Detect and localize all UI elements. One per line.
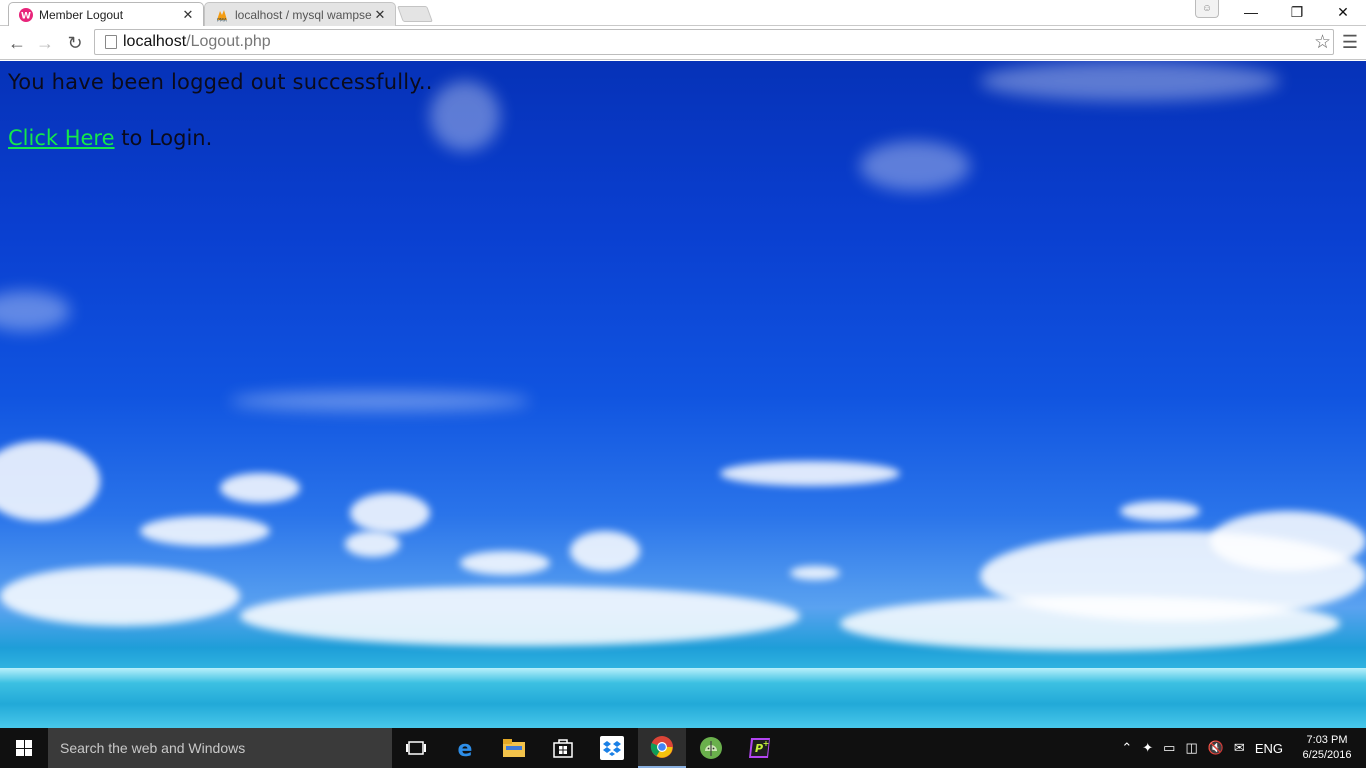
- system-tray: ⌃ ✦ ▭ ◫ 🔇 ✉ ENG 7:03 PM 6/25/2016: [1116, 728, 1366, 768]
- cloud: [140, 516, 270, 546]
- file-explorer-icon[interactable]: [490, 728, 538, 768]
- store-icon[interactable]: [539, 728, 587, 768]
- tab-member-logout[interactable]: W Member Logout ✕: [8, 2, 204, 26]
- new-tab-button[interactable]: [397, 6, 433, 22]
- svg-text:W: W: [21, 11, 31, 21]
- clock-time: 7:03 PM: [1306, 734, 1348, 746]
- page-icon: [105, 35, 117, 49]
- svg-text:e: e: [458, 737, 473, 759]
- browser-tab-strip: W Member Logout ✕ PMA localhost / mysql …: [0, 0, 1366, 26]
- battery-icon[interactable]: ▭: [1163, 740, 1175, 756]
- cloud: [840, 596, 1340, 651]
- language-indicator[interactable]: ENG: [1255, 741, 1283, 756]
- chevron-up-icon[interactable]: ⌃: [1121, 740, 1132, 756]
- cloud: [570, 531, 640, 571]
- windows-logo-icon: [16, 740, 32, 756]
- page-body: You have been logged out successfully.. …: [0, 61, 1366, 728]
- cloud: [1210, 511, 1366, 571]
- url-path: /Logout.php: [186, 33, 271, 50]
- profile-icon[interactable]: ☺: [1195, 0, 1219, 18]
- task-view-icon[interactable]: [392, 728, 440, 768]
- url-host: localhost: [123, 33, 187, 50]
- close-icon[interactable]: ✕: [373, 7, 387, 23]
- login-prompt-suffix: to Login.: [114, 126, 213, 150]
- login-prompt: Click Here to Login.: [8, 126, 212, 150]
- cloud: [345, 531, 400, 557]
- windows-taskbar: Search the web and Windows e P + ⌃ ✦ ▭ ◫ …: [0, 728, 1366, 768]
- clock[interactable]: 7:03 PM 6/25/2016: [1288, 733, 1366, 763]
- window-close-icon[interactable]: ✕: [1320, 0, 1366, 24]
- cloud: [0, 291, 70, 331]
- start-button[interactable]: [0, 728, 48, 768]
- svg-text:+: +: [763, 739, 770, 748]
- minimize-icon[interactable]: —: [1228, 0, 1274, 24]
- notifications-icon[interactable]: ✉: [1234, 740, 1245, 756]
- taskbar-search-box[interactable]: Search the web and Windows: [48, 728, 392, 768]
- wamp-icon: W: [19, 7, 33, 22]
- browser-toolbar: ← → ↻ localhost/Logout.php ☆ ☰: [0, 26, 1366, 60]
- reload-icon[interactable]: ↻: [64, 32, 86, 54]
- phpmyadmin-icon: PMA: [217, 9, 228, 22]
- cloud: [0, 566, 240, 626]
- phpstorm-icon[interactable]: P +: [736, 728, 784, 768]
- tab-title: localhost / mysql wampse: [235, 7, 372, 22]
- cloud: [350, 493, 430, 533]
- cloud: [980, 61, 1280, 101]
- dropbox-tray-icon[interactable]: ✦: [1142, 740, 1153, 756]
- dropbox-icon[interactable]: [588, 728, 636, 768]
- cloud: [240, 586, 800, 646]
- network-icon[interactable]: ◫: [1185, 740, 1197, 756]
- cloud: [430, 81, 500, 151]
- cloud: [790, 566, 840, 580]
- sea: [0, 668, 1366, 728]
- cloud: [0, 441, 100, 521]
- tab-title: Member Logout: [39, 7, 124, 22]
- cloud: [720, 461, 900, 486]
- restore-icon[interactable]: ❐: [1274, 0, 1320, 24]
- forward-arrow-icon[interactable]: →: [34, 32, 56, 54]
- clock-date: 6/25/2016: [1302, 749, 1352, 761]
- menu-icon[interactable]: ☰: [1342, 32, 1358, 53]
- logout-message: You have been logged out successfully..: [8, 70, 433, 94]
- address-bar[interactable]: localhost/Logout.php ☆: [94, 29, 1334, 55]
- login-link[interactable]: Click Here: [8, 126, 115, 150]
- cloud: [1120, 501, 1200, 521]
- back-arrow-icon[interactable]: ←: [6, 32, 28, 54]
- volume-muted-icon[interactable]: 🔇: [1208, 740, 1224, 756]
- edge-icon[interactable]: e: [441, 728, 489, 768]
- cloud: [860, 141, 970, 191]
- chrome-icon[interactable]: [638, 728, 686, 768]
- window-controls: — ❐ ✕: [1228, 0, 1366, 24]
- cloud: [460, 551, 550, 575]
- svg-text:PMA: PMA: [217, 17, 228, 22]
- bookmark-star-icon[interactable]: ☆: [1314, 31, 1331, 54]
- cloud: [220, 473, 300, 503]
- tab-phpmyadmin[interactable]: PMA localhost / mysql wampse ✕: [204, 2, 396, 26]
- android-studio-icon[interactable]: [687, 728, 735, 768]
- close-icon[interactable]: ✕: [181, 7, 195, 23]
- cloud: [230, 391, 530, 411]
